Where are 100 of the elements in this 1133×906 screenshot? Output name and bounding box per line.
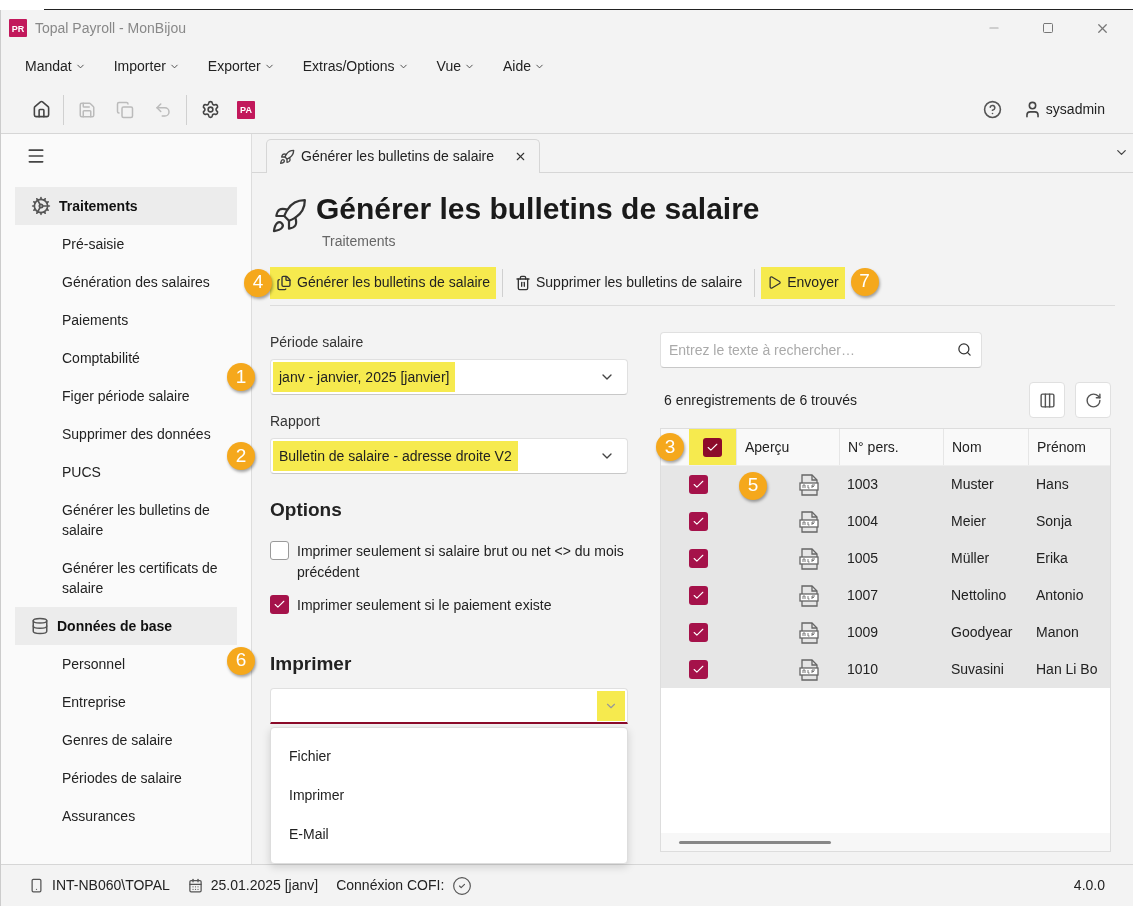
- column-header[interactable]: Prénom: [1028, 429, 1110, 465]
- database-icon: [31, 617, 49, 635]
- checkbox[interactable]: [689, 623, 708, 642]
- search-icon[interactable]: [957, 342, 972, 357]
- sidebar-item[interactable]: Génération des salaires: [62, 263, 210, 301]
- table-row[interactable]: 5 1003 Muster Hans: [661, 466, 1110, 503]
- column-header[interactable]: Nom: [943, 429, 1028, 465]
- menu-item[interactable]: Mandat: [21, 55, 90, 77]
- table-cell-text: Erika: [1035, 549, 1069, 568]
- toolbar-button[interactable]: Générer les bulletins de salaire: [270, 266, 496, 299]
- sidebar-item[interactable]: Générer les certificats de salaire: [62, 549, 232, 607]
- copy-icon: [116, 100, 134, 119]
- field-label: Rapport: [270, 412, 321, 431]
- settings-icon: [200, 100, 220, 119]
- document-tab[interactable]: Générer les bulletins de salaire: [266, 139, 540, 173]
- table-cell-text: Sonja: [1035, 512, 1073, 531]
- table-row[interactable]: 1007 Nettolino Antonio: [661, 577, 1110, 614]
- pdf-document-icon[interactable]: [799, 547, 819, 570]
- rocket-icon: [270, 197, 308, 235]
- callout-badge: 7: [850, 267, 879, 296]
- table-row[interactable]: 1009 Goodyear Manon: [661, 614, 1110, 651]
- dropdown-option[interactable]: E-Mail: [271, 815, 627, 854]
- checkmark-icon: [692, 626, 705, 639]
- connection-label: Connéxion COFI:: [336, 876, 445, 895]
- sidebar-item[interactable]: PUCS: [62, 453, 101, 491]
- checkmark-icon: [692, 663, 705, 676]
- sidebar-item[interactable]: Genres de salaire: [62, 721, 173, 759]
- menu-item[interactable]: Extras/Options: [298, 55, 413, 77]
- table-row[interactable]: 1004 Meier Sonja: [661, 503, 1110, 540]
- user-button[interactable]: sysadmin: [1022, 99, 1107, 120]
- table-row[interactable]: 1010 Suvasini Han Li Bo: [661, 651, 1110, 688]
- table-cell-text: 1003: [846, 475, 880, 494]
- sidebar-item[interactable]: Paiements: [62, 301, 129, 339]
- column-header[interactable]: Aperçu: [736, 429, 839, 465]
- scrollbar-thumb[interactable]: [679, 840, 831, 844]
- close-icon[interactable]: [514, 150, 527, 163]
- table-cell-text: Müller: [950, 549, 991, 568]
- page-title: Générer les bulletins de salaire: [316, 191, 760, 227]
- checkbox[interactable]: [689, 660, 708, 679]
- callout-badge: 5: [739, 471, 767, 500]
- app-logo-button[interactable]: PA: [237, 100, 255, 119]
- menu-icon: [26, 146, 46, 166]
- select-field[interactable]: janv - janvier, 2025 [janvier]: [270, 359, 628, 395]
- rocket-icon: [279, 148, 295, 165]
- sidebar-item[interactable]: Comptabilité: [62, 339, 140, 377]
- checkbox[interactable]: [689, 549, 708, 568]
- table-cell-text: Antonio: [1035, 586, 1085, 605]
- pdf-document-icon[interactable]: [799, 584, 819, 607]
- sidebar-item[interactable]: Figer période salaire: [62, 377, 190, 415]
- sidebar-section-header[interactable]: Données de base: [15, 607, 237, 645]
- checkbox[interactable]: [689, 512, 708, 531]
- section-title: Données de base: [57, 616, 173, 636]
- table-cell-text: 1010: [846, 660, 880, 679]
- refresh-button[interactable]: [1075, 382, 1111, 418]
- columns-button[interactable]: [1029, 382, 1065, 418]
- pdf-document-icon[interactable]: [799, 510, 819, 533]
- toolbar-button[interactable]: Supprimer les bulletins de salaire: [509, 266, 749, 299]
- table-row[interactable]: 1005 Müller Erika: [661, 540, 1110, 577]
- dropdown-option[interactable]: Fichier: [271, 737, 627, 776]
- section-title: Traitements: [59, 196, 138, 216]
- menu-item[interactable]: Exporter: [203, 55, 279, 77]
- table-cell-text: Nettolino: [950, 586, 1008, 605]
- column-header[interactable]: N° pers.: [839, 429, 943, 465]
- select-value: janv - janvier, 2025 [janvier]: [273, 362, 456, 392]
- dropdown-option[interactable]: Imprimer: [271, 776, 627, 815]
- menu-item[interactable]: Aide: [498, 55, 549, 77]
- section-heading: Options: [270, 498, 343, 522]
- table-cell-text: 1004: [846, 512, 880, 531]
- sidebar-item[interactable]: Supprimer des données: [62, 415, 211, 453]
- sidebar-item[interactable]: Personnel: [62, 645, 126, 683]
- select-value: Bulletin de salaire - adresse droite V2: [273, 441, 518, 471]
- sidebar-item[interactable]: Pré-saisie: [62, 225, 125, 263]
- sidebar-item[interactable]: Assurances: [62, 797, 136, 835]
- window-title: Topal Payroll - MonBijou: [35, 18, 186, 38]
- sidebar-item[interactable]: Périodes de salaire: [62, 759, 182, 797]
- sidebar-item[interactable]: Entreprise: [62, 683, 126, 721]
- checkbox[interactable]: [689, 475, 708, 494]
- record-count: 6 enregistrements de 6 trouvés: [664, 390, 857, 410]
- pdf-document-icon[interactable]: [799, 658, 819, 681]
- device-icon: [29, 878, 44, 893]
- pdf-document-icon[interactable]: [799, 621, 819, 644]
- checkbox[interactable]: [270, 594, 289, 614]
- table-cell-text: Hans: [1035, 475, 1070, 494]
- refresh-icon: [1084, 391, 1102, 409]
- sidebar-item[interactable]: Générer les bulletins de salaire: [62, 491, 232, 549]
- checkbox[interactable]: [703, 437, 722, 457]
- select-field[interactable]: Bulletin de salaire - adresse droite V2: [270, 438, 628, 474]
- toolbar-button[interactable]: Envoyer: [761, 266, 845, 299]
- checkbox[interactable]: [689, 586, 708, 605]
- pdf-document-icon[interactable]: [799, 473, 819, 496]
- search-field[interactable]: Entrez le texte à rechercher…: [660, 332, 982, 368]
- table-cell-text: 1007: [846, 586, 880, 605]
- checkbox-label: Imprimer seulement si salaire brut ou net <> du mois précédent: [297, 541, 625, 582]
- tab-label: Générer les bulletins de salaire: [301, 147, 494, 166]
- checkbox[interactable]: [270, 540, 289, 560]
- menu-item[interactable]: Importer: [109, 55, 184, 77]
- maximize-icon: [1042, 22, 1054, 34]
- menu-item[interactable]: Vue: [432, 55, 479, 77]
- sidebar-section-header[interactable]: Traitements: [15, 187, 237, 225]
- print-select-field[interactable]: [270, 688, 628, 724]
